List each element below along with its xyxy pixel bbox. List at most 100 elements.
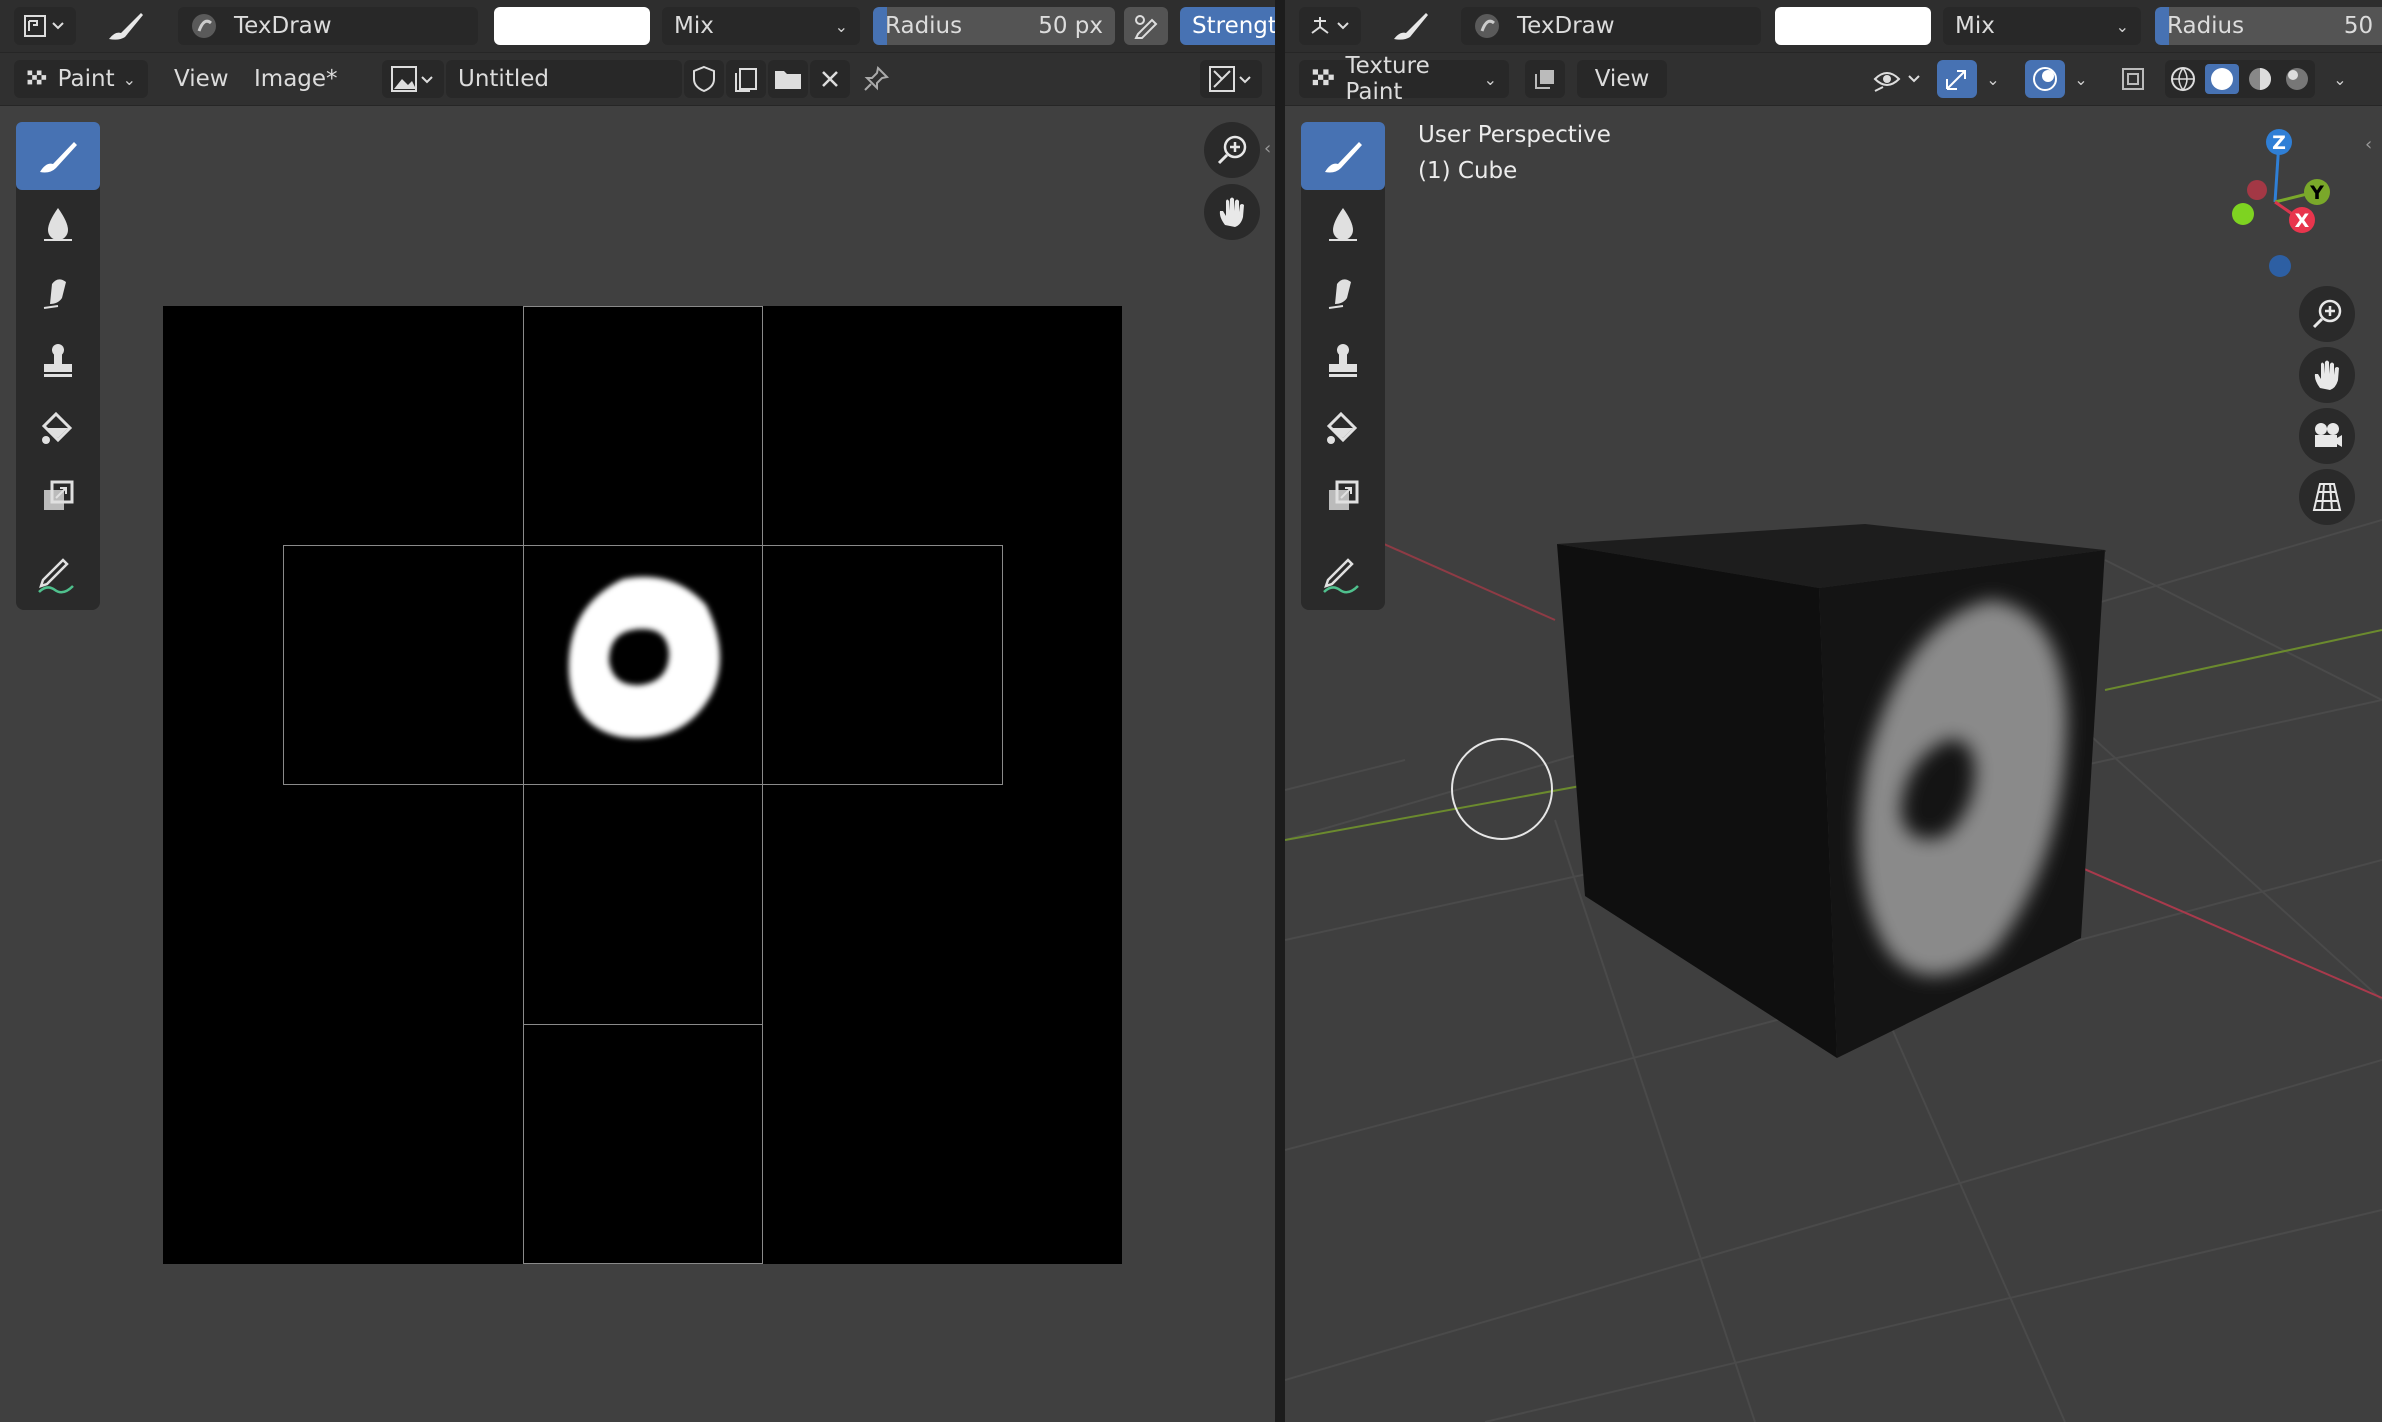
- gizmo-toggle-button[interactable]: [1937, 60, 1977, 98]
- shading-dropdown[interactable]: ⌄: [2325, 60, 2355, 98]
- mode-dropdown[interactable]: Texture Paint ⌄: [1299, 53, 1509, 105]
- image-editor-icon: [24, 15, 64, 37]
- menu-view[interactable]: View: [162, 60, 241, 98]
- chevron-down-icon: ⌄: [2333, 69, 2347, 89]
- color-swatch[interactable]: [494, 7, 650, 45]
- clone-icon: [44, 344, 72, 377]
- gizmo-neg-x[interactable]: [2247, 180, 2267, 200]
- tool-annotate[interactable]: [1301, 542, 1385, 610]
- gizmo-x-label: X: [2295, 210, 2310, 232]
- camera-view-button[interactable]: [2299, 408, 2355, 464]
- radius-field[interactable]: Radius 50 px: [873, 7, 1115, 45]
- zoom-button[interactable]: [1204, 122, 1260, 178]
- brush-tool-icon[interactable]: [96, 7, 154, 45]
- gizmo-neg-y[interactable]: [2232, 203, 2254, 225]
- area-separator[interactable]: [1275, 0, 1285, 1422]
- 3d-viewport: TexDraw Mix ⌄ Radius 50 p Texture Paint …: [1285, 0, 2382, 1422]
- clone-icon: [1329, 344, 1357, 377]
- fill-icon: [41, 411, 73, 444]
- annotate-icon: [38, 558, 74, 594]
- radius-label: Radius: [2167, 13, 2245, 39]
- mask-mode-button[interactable]: [1525, 60, 1565, 98]
- fake-user-button[interactable]: [684, 60, 724, 98]
- active-object-name: (1) Cube: [1418, 158, 1518, 184]
- tool-fill[interactable]: [16, 394, 100, 462]
- paintbrush-icon: [109, 13, 143, 40]
- perspective-toggle-button[interactable]: [2299, 469, 2355, 525]
- tool-clone[interactable]: [16, 326, 100, 394]
- navigation-gizmo[interactable]: Z Y X: [2187, 120, 2347, 290]
- pin-button[interactable]: [856, 60, 896, 98]
- shading-mode-group: [2165, 60, 2315, 98]
- overlay-toggle-button[interactable]: [2025, 60, 2065, 98]
- pan-button[interactable]: [1204, 184, 1260, 240]
- chevron-down-icon: ⌄: [122, 69, 136, 89]
- brush-tool-icon[interactable]: [1381, 7, 1439, 45]
- hand-icon: [1219, 197, 1244, 227]
- soften-icon: [44, 208, 72, 241]
- tool-annotate[interactable]: [16, 542, 100, 610]
- uv-face: [523, 1024, 763, 1264]
- mode-label: Paint: [57, 66, 115, 92]
- blend-mode-dropdown[interactable]: Mix ⌄: [1943, 7, 2141, 45]
- chevron-down-icon: ⌄: [1483, 69, 1497, 89]
- checker-icon: [1312, 69, 1334, 86]
- browse-image-button[interactable]: [382, 60, 444, 98]
- image-name-field[interactable]: Untitled: [446, 60, 682, 98]
- open-image-button[interactable]: [768, 60, 808, 98]
- gizmo-neg-z[interactable]: [2269, 255, 2291, 277]
- visibility-button[interactable]: [1863, 60, 1935, 98]
- zoom-button[interactable]: [2299, 286, 2355, 342]
- color-swatch[interactable]: [1775, 7, 1931, 45]
- uv-face: [762, 545, 1003, 785]
- tool-smear[interactable]: [16, 258, 100, 326]
- pin-icon: [864, 65, 890, 91]
- gizmo-icon: [1946, 70, 1966, 90]
- chevron-down-icon: ⌄: [2115, 16, 2129, 36]
- tool-mask[interactable]: [16, 462, 100, 530]
- smear-icon: [43, 279, 66, 309]
- radius-field[interactable]: Radius 50 p: [2155, 7, 2382, 45]
- sidebar-toggle-icon[interactable]: ‹: [2365, 134, 2372, 155]
- tool-draw[interactable]: [1301, 122, 1385, 190]
- tool-clone[interactable]: [1301, 326, 1385, 394]
- strength-field[interactable]: Strengt: [1180, 7, 1275, 45]
- tool-mask[interactable]: [1301, 462, 1385, 530]
- tool-soften[interactable]: [16, 190, 100, 258]
- uv-display-icon: [1209, 66, 1251, 92]
- tool-fill[interactable]: [1301, 394, 1385, 462]
- tool-smear[interactable]: [1301, 258, 1385, 326]
- mode-dropdown[interactable]: Paint ⌄: [14, 60, 148, 98]
- solid-shading-icon: [2211, 68, 2233, 90]
- paintbrush-icon: [1394, 13, 1428, 40]
- fill-icon: [1326, 411, 1358, 444]
- xray-toggle-button[interactable]: [2113, 60, 2153, 98]
- view-mode-button[interactable]: [1200, 60, 1262, 98]
- radius-label: Radius: [885, 13, 963, 39]
- unlink-image-button[interactable]: [810, 60, 850, 98]
- menu-view[interactable]: View: [1577, 60, 1667, 98]
- image-browse-icon: [391, 66, 433, 92]
- uv-face: [523, 784, 763, 1025]
- new-image-button[interactable]: [726, 60, 766, 98]
- brush-selector[interactable]: TexDraw: [178, 7, 478, 45]
- editor-type-button[interactable]: [1299, 7, 1361, 45]
- tool-draw[interactable]: [16, 122, 100, 190]
- overlays-icon: [2033, 67, 2057, 91]
- brush-selector[interactable]: TexDraw: [1461, 7, 1761, 45]
- blend-mode-dropdown[interactable]: Mix ⌄: [662, 7, 860, 45]
- overlay-dropdown[interactable]: ⌄: [2067, 60, 2095, 98]
- face-mask-icon: [1535, 70, 1554, 89]
- gizmo-dropdown[interactable]: ⌄: [1979, 60, 2007, 98]
- gizmo-y-label: Y: [2309, 182, 2324, 204]
- pressure-radius-button[interactable]: [1124, 7, 1168, 45]
- image-canvas[interactable]: [163, 306, 1122, 1264]
- editor-type-button[interactable]: [14, 7, 76, 45]
- sidebar-toggle-icon[interactable]: ‹: [1264, 138, 1271, 159]
- pan-button[interactable]: [2299, 347, 2355, 403]
- checker-icon: [27, 70, 47, 85]
- pen-pressure-icon: [1134, 15, 1158, 39]
- tool-soften[interactable]: [1301, 190, 1385, 258]
- painted-stroke: [568, 576, 720, 739]
- menu-image[interactable]: Image*: [242, 60, 350, 98]
